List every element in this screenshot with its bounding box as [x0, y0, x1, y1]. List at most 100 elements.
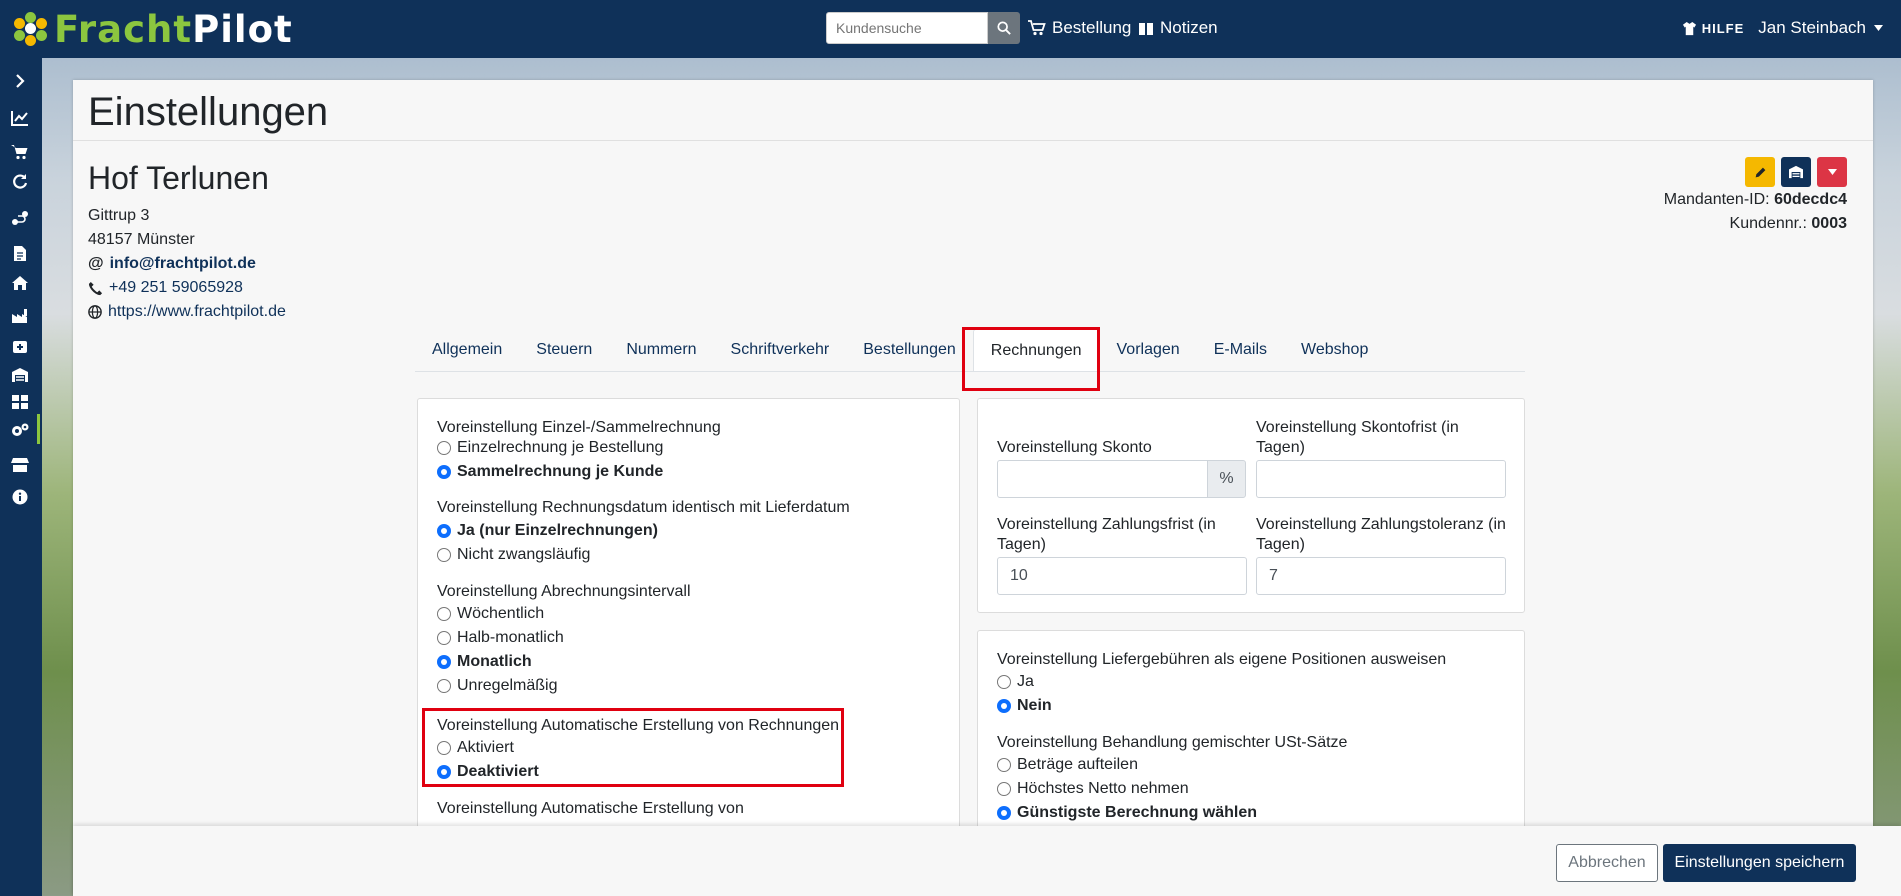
search-icon [997, 21, 1011, 35]
company-city: 48157 Münster [88, 231, 195, 248]
customer-search [826, 12, 1020, 44]
top-navbar: FrachtPilot Bestellung Notizen HILFE Jan… [0, 0, 1901, 58]
logo-wordmark: FrachtPilot [54, 7, 293, 51]
skontofrist-input[interactable] [1256, 460, 1506, 498]
divider [73, 140, 1873, 141]
company-email: @ info@frachtpilot.de [88, 252, 256, 276]
cart-icon [1028, 20, 1046, 36]
payment-term-input[interactable]: 10 [997, 557, 1247, 595]
radio-split-amounts[interactable]: Beträge aufteilen [997, 755, 1138, 775]
tab-webshop[interactable]: Webshop [1284, 329, 1385, 371]
percent-addon: % [1207, 460, 1246, 498]
grid-icon[interactable] [9, 391, 31, 413]
company-actions [1745, 157, 1847, 187]
radio-cheapest-calc[interactable]: Günstigste Berechnung wählen [997, 803, 1257, 823]
highlight-box-tab [962, 327, 1100, 391]
payment-tolerance-input[interactable]: 7 [1256, 557, 1506, 595]
user-area: HILFE Jan Steinbach [1682, 18, 1883, 38]
user-menu[interactable]: Jan Steinbach [1758, 18, 1883, 38]
tab-schriftverkehr[interactable]: Schriftverkehr [714, 329, 847, 371]
radio-irregular[interactable]: Unregelmäßig [437, 676, 557, 696]
company-street: Gittrup 3 [88, 207, 150, 224]
sidebar-active-indicator [37, 414, 40, 444]
company-website: https://www.frachtpilot.de [88, 300, 286, 324]
company-phone: +49 251 59065928 [88, 276, 243, 300]
nav-notes-link[interactable]: Notizen [1138, 18, 1218, 38]
sidebar-expand-icon[interactable] [9, 70, 31, 92]
email-link[interactable]: info@frachtpilot.de [110, 252, 256, 276]
cart-icon[interactable] [9, 141, 31, 163]
phone-link[interactable]: +49 251 59065928 [109, 276, 243, 300]
skontofrist-label: Voreinstellung Skontofrist (in Tagen) [1256, 419, 1459, 456]
skonto-label: Voreinstellung Skonto [997, 439, 1152, 456]
radio-fees-yes[interactable]: Ja [997, 672, 1034, 692]
warehouse-icon [1789, 165, 1803, 179]
radio-date-not-required[interactable]: Nicht zwangsläufig [437, 545, 590, 565]
pencil-icon [1755, 167, 1765, 177]
radio-fees-no[interactable]: Nein [997, 696, 1052, 716]
dashboard-chart-icon[interactable] [9, 107, 31, 129]
group-label-delivery-fees: Voreinstellung Liefergebühren als eigene… [997, 651, 1447, 668]
search-button[interactable] [988, 12, 1020, 44]
radio-date-yes[interactable]: Ja (nur Einzelrechnungen) [437, 521, 658, 541]
payment-tolerance-label: Voreinstellung Zahlungstoleranz (in Tage… [1256, 516, 1506, 553]
group-label-invoice-date: Voreinstellung Rechnungsdatum identisch … [437, 499, 850, 516]
group-label-mixed-vat: Voreinstellung Behandlung gemischter USt… [997, 734, 1348, 751]
action-footer: Abbrechen Einstellungen speichern [73, 826, 1901, 896]
group-label-billing-interval: Voreinstellung Abrechnungsintervall [437, 583, 691, 600]
radio-collective-invoice[interactable]: Sammelrechnung je Kunde [437, 462, 663, 482]
website-link[interactable]: https://www.frachtpilot.de [108, 300, 286, 324]
tab-vorlagen[interactable]: Vorlagen [1100, 329, 1197, 371]
radio-semi-monthly[interactable]: Halb-monatlich [437, 628, 564, 648]
factory-icon[interactable] [9, 304, 31, 326]
company-name: Hof Terlunen [88, 160, 269, 196]
tab-emails[interactable]: E-Mails [1197, 329, 1284, 371]
app-logo[interactable]: FrachtPilot [14, 7, 293, 51]
settings-card: Einstellungen Hof Terlunen Gittrup 3 481… [73, 80, 1873, 896]
refresh-icon[interactable] [9, 170, 31, 192]
caret-down-icon [1827, 169, 1837, 175]
highlight-box-auto-invoice [422, 708, 844, 787]
store-icon[interactable] [9, 454, 31, 476]
skonto-input[interactable] [997, 460, 1208, 498]
caret-down-icon [1874, 25, 1883, 31]
tab-steuern[interactable]: Steuern [519, 329, 609, 371]
medkit-icon[interactable] [9, 335, 31, 357]
route-icon[interactable] [9, 207, 31, 229]
dropdown-toggle-button[interactable] [1817, 157, 1847, 187]
payment-term-label: Voreinstellung Zahlungsfrist (in Tagen) [997, 516, 1216, 553]
tab-bestellungen[interactable]: Bestellungen [846, 329, 973, 371]
group-label-single-collective: Voreinstellung Einzel-/Sammelrechnung [437, 419, 721, 436]
help-link[interactable]: HILFE [1682, 21, 1745, 36]
tab-allgemein[interactable]: Allgemein [415, 329, 519, 371]
logo-icon [14, 12, 48, 46]
tab-nummern[interactable]: Nummern [609, 329, 713, 371]
radio-single-invoice[interactable]: Einzelrechnung je Bestellung [437, 438, 663, 458]
radio-monthly[interactable]: Monatlich [437, 652, 532, 672]
settings-cogs-icon[interactable] [9, 419, 31, 441]
cancel-button[interactable]: Abbrechen [1556, 844, 1658, 882]
home-icon[interactable] [9, 272, 31, 294]
info-icon[interactable] [9, 486, 31, 508]
nav-notes-label: Notizen [1160, 18, 1218, 37]
group-label-auto-payment: Voreinstellung Automatische Erstellung v… [437, 800, 744, 817]
phone-icon [88, 281, 103, 295]
sidebar [0, 58, 42, 896]
page-title: Einstellungen [88, 90, 329, 134]
warehouse-icon[interactable] [9, 364, 31, 386]
book-icon [1139, 22, 1153, 35]
edit-button[interactable] [1745, 157, 1775, 187]
nav-order-link[interactable]: Bestellung [1028, 18, 1131, 38]
at-icon: @ [88, 255, 104, 272]
customer-number: Kundennr.: 0003 [1729, 215, 1847, 232]
radio-weekly[interactable]: Wöchentlich [437, 604, 544, 624]
mandant-id: Mandanten-ID: 60decdc4 [1663, 191, 1847, 208]
warehouse-button[interactable] [1781, 157, 1811, 187]
save-settings-button[interactable]: Einstellungen speichern [1663, 844, 1856, 882]
nav-order-label: Bestellung [1052, 18, 1132, 37]
radio-highest-net[interactable]: Höchstes Netto nehmen [997, 779, 1189, 799]
user-name: Jan Steinbach [1758, 18, 1866, 37]
shirt-icon [1682, 21, 1696, 35]
customer-search-input[interactable] [826, 12, 988, 44]
document-icon[interactable] [9, 242, 31, 264]
